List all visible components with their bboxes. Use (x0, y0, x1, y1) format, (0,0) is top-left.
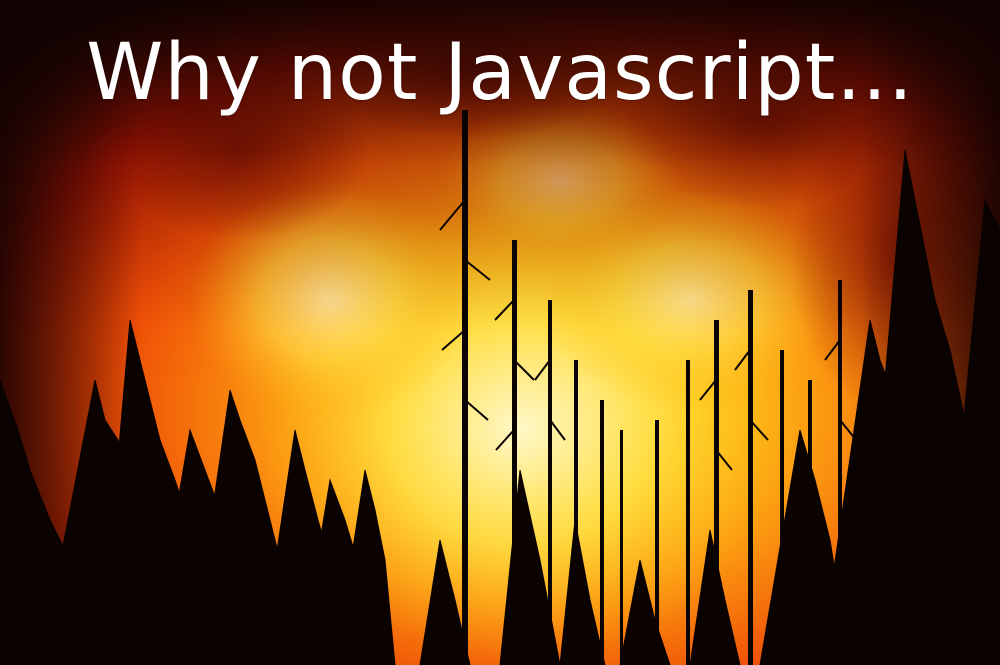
slide: Why not Javascript... (0, 0, 1000, 665)
slide-caption: Why not Javascript... (86, 28, 914, 118)
